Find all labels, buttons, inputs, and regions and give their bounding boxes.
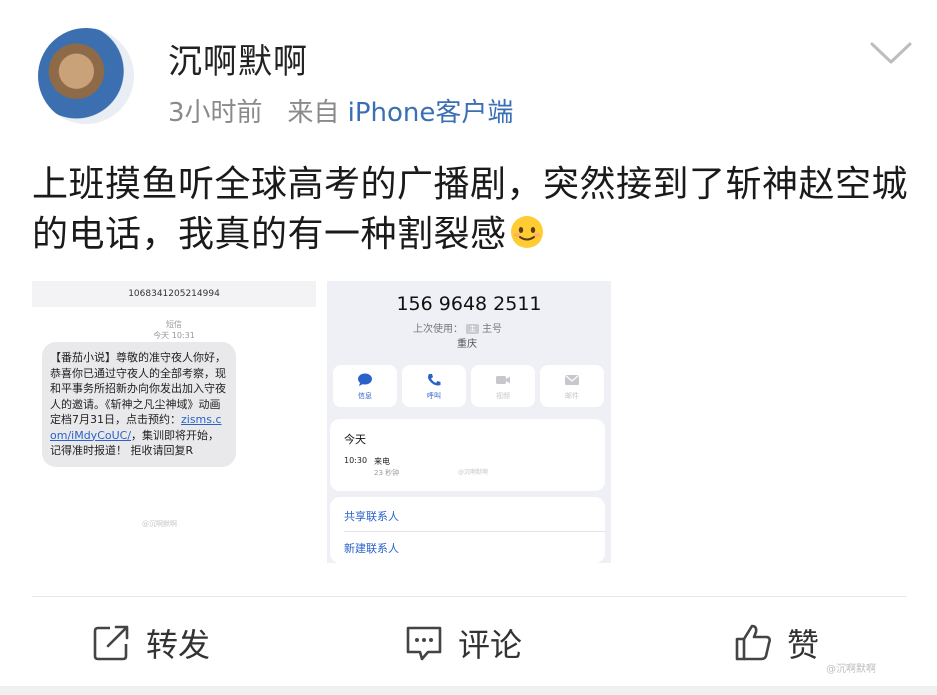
action-mail[interactable]: 邮件	[540, 365, 604, 407]
contact-watermark: @沉啊默啊	[458, 469, 489, 476]
comment-button[interactable]: 评论	[404, 620, 522, 668]
bottom-bar	[0, 686, 937, 695]
message-icon	[358, 373, 372, 386]
sms-bubble: 【番茄小说】尊敬的准守夜人你好，恭喜你已通过守夜人的全部考察，现和平事务所招新办…	[42, 342, 236, 467]
like-label: 赞	[787, 626, 820, 664]
repost-label: 转发	[146, 626, 211, 664]
repost-button[interactable]: 转发	[92, 620, 210, 668]
sms-watermark: @沉啊默啊	[142, 520, 177, 528]
username[interactable]: 沉啊默啊	[168, 34, 308, 83]
contact-city: 重庆	[457, 339, 477, 350]
melting-face-emoji-icon	[510, 216, 543, 248]
like-button[interactable]: 赞	[733, 620, 819, 668]
sms-screenshot[interactable]: 1068341205214994 短信 今天 10:31 【番茄小说】尊敬的准守…	[32, 281, 316, 563]
action-mail-label: 邮件	[565, 392, 579, 400]
time-ago: 3小时前	[168, 98, 263, 128]
sim-label: 主号	[482, 324, 502, 335]
post-body: 上班摸鱼听全球高考的广播剧，突然接到了斩神赵空城的电话，我真的有一种割裂感	[32, 164, 909, 255]
last-used: 上次使用：主主号	[413, 320, 502, 335]
action-message-label: 信息	[358, 392, 372, 400]
post-text: 上班摸鱼听全球高考的广播剧，突然接到了斩神赵空城的电话，我真的有一种割裂感	[32, 160, 912, 260]
call-day: 今天	[344, 433, 366, 446]
call-history-card: 今天 10:30 来电 23 秒钟 @沉啊默啊	[330, 419, 605, 491]
contact-actions-card: 共享联系人 新建联系人	[330, 497, 605, 563]
action-video-label: 视频	[496, 392, 510, 400]
chevron-down-icon[interactable]	[868, 38, 914, 68]
phone-icon	[428, 374, 441, 386]
action-video[interactable]: 视频	[471, 365, 535, 407]
contact-phone: 156 9648 2511	[396, 293, 542, 315]
call-type: 来电	[374, 457, 390, 466]
mail-icon	[565, 375, 579, 385]
from-label: 来自	[287, 98, 340, 128]
client-link[interactable]: iPhone客户端	[348, 98, 514, 128]
sms-sender-number: 1068341205214994	[128, 289, 220, 299]
thumbs-up-icon	[735, 624, 771, 661]
last-used-label: 上次使用：	[413, 324, 463, 335]
card-divider	[344, 531, 605, 532]
post-meta: 3小时前 来自 iPhone客户端	[168, 92, 513, 129]
action-call[interactable]: 呼叫	[402, 365, 466, 407]
footer-divider	[32, 596, 906, 597]
action-call-label: 呼叫	[427, 392, 441, 400]
sim-badge: 主	[466, 324, 479, 334]
sms-time: 今天 10:31	[153, 331, 195, 340]
avatar[interactable]	[38, 28, 134, 124]
video-icon	[496, 376, 510, 384]
action-message[interactable]: 信息	[333, 365, 397, 407]
repost-icon	[93, 625, 129, 661]
comment-icon	[406, 626, 442, 661]
page-watermark: @沉啊默啊	[826, 664, 876, 675]
new-contact-link[interactable]: 新建联系人	[344, 540, 399, 556]
comment-label: 评论	[458, 626, 523, 664]
sms-kind: 短信	[166, 320, 182, 329]
call-time: 10:30	[344, 456, 368, 465]
contact-screenshot[interactable]: 156 9648 2511 上次使用：主主号 重庆 信息 呼叫 视频 邮件 今天…	[327, 281, 611, 563]
call-duration: 23 秒钟	[374, 469, 400, 477]
share-contact-link[interactable]: 共享联系人	[344, 508, 399, 524]
